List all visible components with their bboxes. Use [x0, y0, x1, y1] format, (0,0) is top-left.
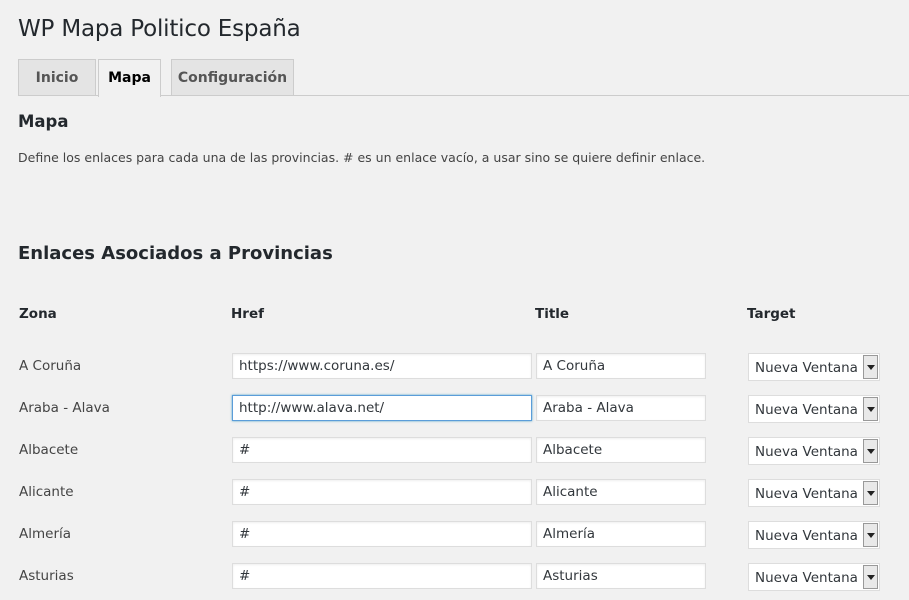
table-row: Araba - Alava Nueva Ventana [0, 395, 909, 425]
target-select-value: Nueva Ventana [755, 360, 858, 376]
chevron-down-icon[interactable] [863, 481, 878, 505]
column-header-href: Href [231, 306, 264, 322]
zone-label: A Coruña [19, 358, 82, 374]
chevron-down-icon[interactable] [863, 397, 878, 421]
table-row: Alicante Nueva Ventana [0, 479, 909, 509]
title-input[interactable] [536, 563, 706, 589]
chevron-down-icon[interactable] [863, 565, 878, 589]
target-select-value: Nueva Ventana [755, 570, 858, 586]
target-select-value: Nueva Ventana [755, 402, 858, 418]
zone-label: Albacete [19, 442, 79, 458]
href-input[interactable] [232, 521, 532, 547]
tab-mapa[interactable]: Mapa [98, 59, 161, 97]
target-select-value: Nueva Ventana [755, 444, 858, 460]
title-input[interactable] [536, 353, 706, 379]
target-select[interactable]: Nueva Ventana [748, 353, 880, 381]
href-input[interactable] [232, 353, 532, 379]
target-select-value: Nueva Ventana [755, 486, 858, 502]
column-header-title: Title [535, 306, 570, 322]
title-input[interactable] [536, 521, 706, 547]
target-select[interactable]: Nueva Ventana [748, 437, 880, 465]
chevron-down-icon[interactable] [863, 523, 878, 547]
zone-label: Alicante [19, 484, 74, 500]
section-description: Define los enlaces para cada una de las … [18, 150, 706, 165]
href-input[interactable] [232, 395, 532, 421]
href-input[interactable] [232, 437, 532, 463]
chevron-down-icon[interactable] [863, 439, 878, 463]
table-row: Almería Nueva Ventana [0, 521, 909, 551]
target-select[interactable]: Nueva Ventana [748, 479, 880, 507]
links-section-title: Enlaces Asociados a Provincias [18, 243, 333, 264]
column-header-zona: Zona [19, 306, 57, 322]
tab-inicio[interactable]: Inicio [18, 59, 96, 95]
title-input[interactable] [536, 437, 706, 463]
zone-label: Asturias [19, 568, 74, 584]
zone-label: Araba - Alava [19, 400, 110, 416]
title-input[interactable] [536, 395, 706, 421]
zone-label: Almería [19, 526, 72, 542]
chevron-down-icon[interactable] [863, 355, 878, 379]
tab-configuracion[interactable]: Configuración [171, 59, 294, 95]
page-title: WP Mapa Politico España [18, 16, 301, 42]
target-select[interactable]: Nueva Ventana [748, 563, 880, 591]
table-row: Asturias Nueva Ventana [0, 563, 909, 593]
target-select[interactable]: Nueva Ventana [748, 521, 880, 549]
href-input[interactable] [232, 479, 532, 505]
target-select[interactable]: Nueva Ventana [748, 395, 880, 423]
section-title: Mapa [18, 112, 69, 131]
href-input[interactable] [232, 563, 532, 589]
target-select-value: Nueva Ventana [755, 528, 858, 544]
table-row: Albacete Nueva Ventana [0, 437, 909, 467]
column-header-target: Target [747, 306, 796, 322]
table-row: A Coruña Nueva Ventana [0, 353, 909, 383]
title-input[interactable] [536, 479, 706, 505]
